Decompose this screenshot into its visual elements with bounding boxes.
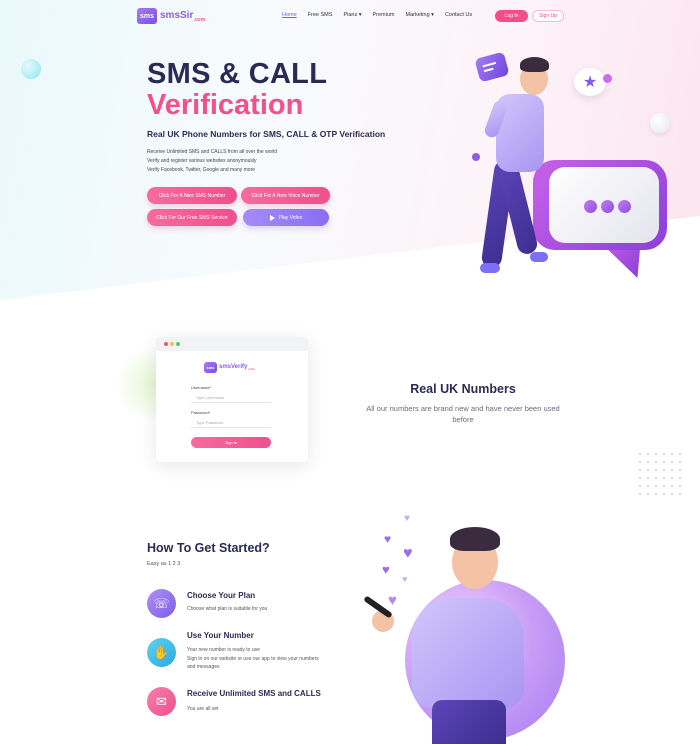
decor-dot-grid	[636, 450, 684, 498]
step-title: Use Your Number	[187, 631, 254, 640]
hero-subtitle: Real UK Phone Numbers for SMS, CALL & OT…	[147, 129, 386, 139]
login-button[interactable]: Log In	[495, 10, 528, 22]
features-text: All our numbers are brand new and have n…	[366, 404, 560, 424]
signup-button[interactable]: Sign Up	[532, 10, 564, 22]
hero-line: Receive Unlimited SMS and CALLS from all…	[147, 149, 278, 155]
started-title: How To Get Started?	[147, 541, 270, 555]
person-hair	[520, 57, 549, 72]
nav-free-sms[interactable]: Free SMS	[308, 12, 333, 18]
heart-icon: ♥	[402, 574, 408, 584]
features-title: Real UK Numbers	[410, 382, 516, 396]
nav-home[interactable]: Home	[282, 12, 297, 18]
new-voice-number-button[interactable]: Click For A New Voice Number	[241, 187, 330, 204]
hero-line: Verify Facebook, Twitter, Google and man…	[147, 167, 256, 173]
username-input[interactable]: Type Username	[191, 393, 271, 403]
decor-bubble-cyan	[21, 59, 41, 79]
site-logo[interactable]: sms smsSir.com	[137, 8, 205, 24]
person-shoe	[530, 252, 548, 262]
hero-line: Verify and register various websites ano…	[147, 158, 257, 164]
heart-icon: ♥	[384, 532, 392, 546]
new-sms-number-button[interactable]: Click For A New SMS Number	[147, 187, 237, 204]
decor-bubble-white	[650, 113, 670, 133]
card-logo: sms smsVerify.com	[204, 362, 254, 373]
nav-premium[interactable]: Premium	[372, 12, 394, 18]
window-minimize-dot	[170, 342, 174, 346]
step-title: Choose Your Plan	[187, 591, 256, 600]
nav-plans[interactable]: Plans ▾	[343, 12, 361, 18]
step-desc: You are all set	[187, 706, 219, 712]
star-icon: ★	[574, 68, 606, 96]
logo-icon: sms	[204, 362, 217, 373]
hero-title-line2: Verification	[147, 89, 304, 121]
step-desc: Choose what plan is suitable for you	[187, 606, 268, 612]
started-subtitle: Easy as 1 2 3	[147, 561, 181, 567]
nav-contact[interactable]: Contact Us	[445, 12, 472, 18]
logo-icon: sms	[137, 8, 157, 24]
free-sms-service-button[interactable]: Click For Our Free SMS Service	[147, 209, 237, 226]
heart-icon: ♥	[404, 513, 410, 524]
typing-dot	[618, 200, 631, 213]
nav-marketing[interactable]: Marketing ▾	[406, 12, 434, 18]
window-titlebar	[156, 337, 308, 351]
logo-text: smsSir.com	[160, 9, 206, 23]
heart-icon: ♥	[388, 592, 397, 609]
envelope-icon: ✉	[147, 687, 176, 716]
decor-dot-pink	[603, 74, 612, 83]
hero-feature-list: Receive Unlimited SMS and CALLS from all…	[147, 148, 277, 175]
typing-dot	[601, 200, 614, 213]
password-label: Password*	[191, 410, 211, 415]
heart-icon: ♥	[382, 562, 390, 577]
person-hair	[450, 527, 500, 551]
window-close-dot	[164, 342, 168, 346]
step-desc: Your new number is ready to use Sign in …	[187, 647, 319, 670]
navbar: sms smsSir.com Home Free SMS Plans ▾ Pre…	[0, 8, 700, 26]
password-input[interactable]: Type Password	[191, 418, 271, 428]
card-logo-text: smsVerify.com	[219, 363, 255, 372]
username-label: Username*	[191, 385, 212, 390]
decor-dot-purple	[472, 153, 480, 161]
person-torso	[412, 598, 524, 708]
signin-button[interactable]: Sign In	[191, 437, 271, 448]
window-maximize-dot	[176, 342, 180, 346]
play-video-label: Play Video	[278, 214, 303, 221]
login-mockup-card: sms smsVerify.com Username* Type Usernam…	[156, 337, 308, 462]
phone-call-icon: ☏	[147, 589, 176, 618]
person-legs	[432, 700, 506, 744]
hero-title-line1: SMS & CALL	[147, 58, 328, 90]
step-title: Receive Unlimited SMS and CALLS	[187, 689, 321, 698]
play-icon	[269, 214, 275, 221]
nav-links: Home Free SMS Plans ▾ Premium Marketing …	[282, 12, 472, 18]
typing-dot	[584, 200, 597, 213]
hero-background	[0, 0, 700, 300]
hand-icon: ✋	[147, 638, 176, 667]
person-shoe	[480, 263, 500, 273]
play-video-button[interactable]: Play Video	[243, 209, 329, 226]
heart-icon: ♥	[403, 545, 413, 562]
